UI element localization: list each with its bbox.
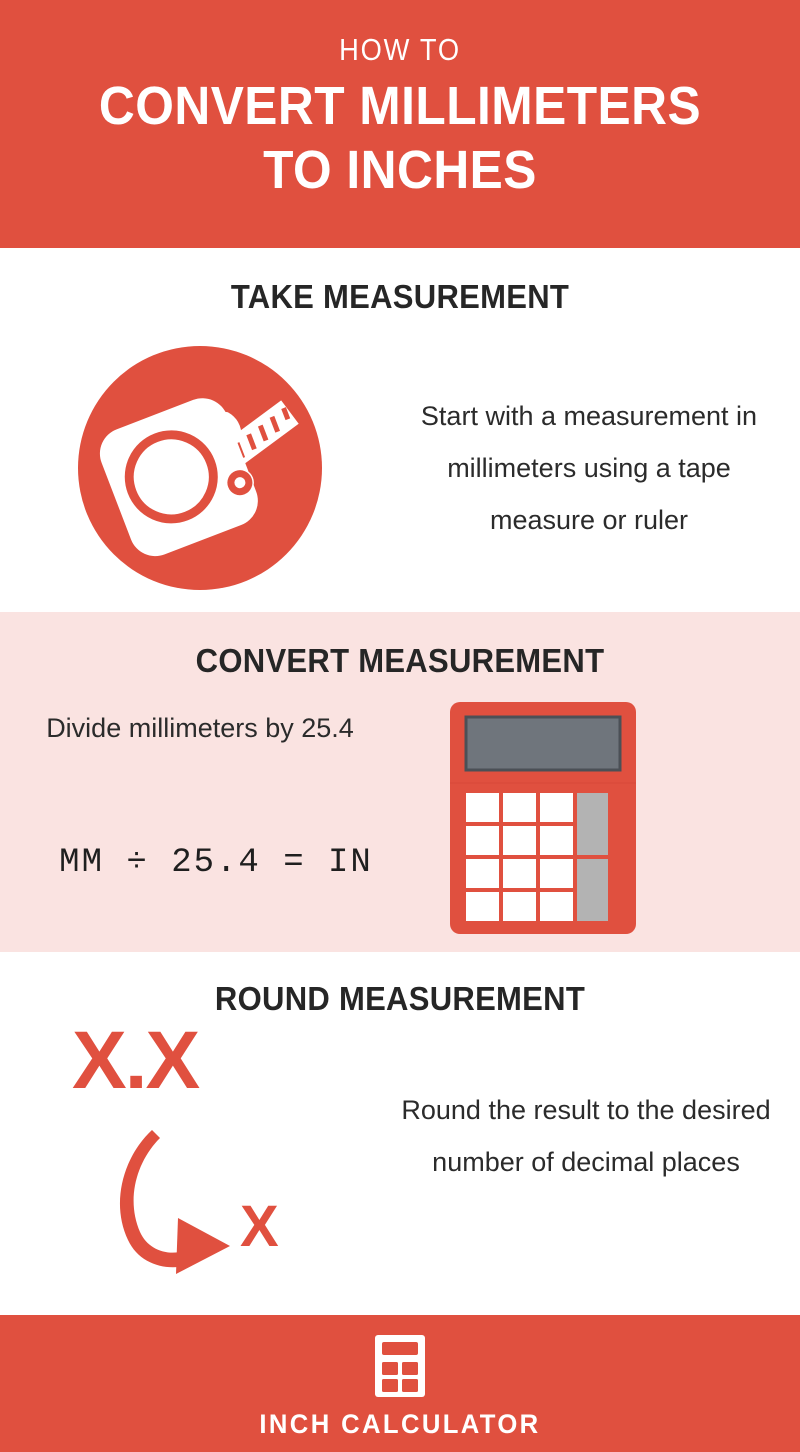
footer-banner: INCH CALCULATOR [0, 1315, 800, 1452]
calculator-icon-container [440, 684, 800, 952]
infographic-page: HOW TO CONVERT MILLIMETERS TO INCHES TAK… [0, 0, 800, 1452]
rounding-graphic-container: X.X X [0, 1016, 400, 1314]
header-banner: HOW TO CONVERT MILLIMETERS TO INCHES [0, 0, 800, 248]
section-2-text-container: Divide millimeters by 25.4 MM ÷ 25.4 = I… [0, 684, 440, 952]
section-3-body-text: Round the result to the desired number o… [401, 1095, 771, 1177]
page-title-line-1: CONVERT MILLIMETERS [98, 76, 702, 136]
section-2-body-text: Divide millimeters by 25.4 [46, 713, 354, 743]
section-heading-round-measurement: ROUND MEASUREMENT [214, 980, 586, 1017]
footer-brand-name: INCH CALCULATOR [259, 1409, 541, 1439]
section-3-text-container: Round the result to the desired number o… [400, 1024, 800, 1314]
page-title: CONVERT MILLIMETERS TO INCHES [32, 74, 768, 202]
tape-measure-icon-container [0, 346, 400, 590]
section-3-content-row: X.X X Round the result to the desired nu… [0, 1016, 800, 1314]
section-convert-measurement: CONVERT MEASUREMENT Divide millimeters b… [0, 612, 800, 952]
section-take-measurement: TAKE MEASUREMENT Start with a measuremen… [0, 248, 800, 612]
rounding-from-value: X.X [72, 1015, 200, 1106]
section-2-content-row: Divide millimeters by 25.4 MM ÷ 25.4 = I… [0, 684, 800, 952]
page-title-line-2: TO INCHES [263, 140, 537, 200]
section-1-text-container: Start with a measurement in millimeters … [400, 390, 800, 546]
calculator-icon [450, 702, 636, 934]
section-1-body-text: Start with a measurement in millimeters … [420, 401, 758, 535]
rounding-to-value: X [240, 1194, 279, 1259]
header-kicker: HOW TO [339, 32, 461, 67]
tape-measure-icon [78, 346, 322, 590]
conversion-formula: MM ÷ 25.4 = IN [59, 844, 373, 882]
section-heading-take-measurement: TAKE MEASUREMENT [230, 278, 570, 315]
calculator-logo-icon [375, 1335, 425, 1397]
section-1-content-row: Start with a measurement in millimeters … [0, 328, 800, 608]
section-round-measurement: ROUND MEASUREMENT X.X X Round the result… [0, 952, 800, 1315]
section-heading-convert-measurement: CONVERT MEASUREMENT [195, 642, 605, 679]
